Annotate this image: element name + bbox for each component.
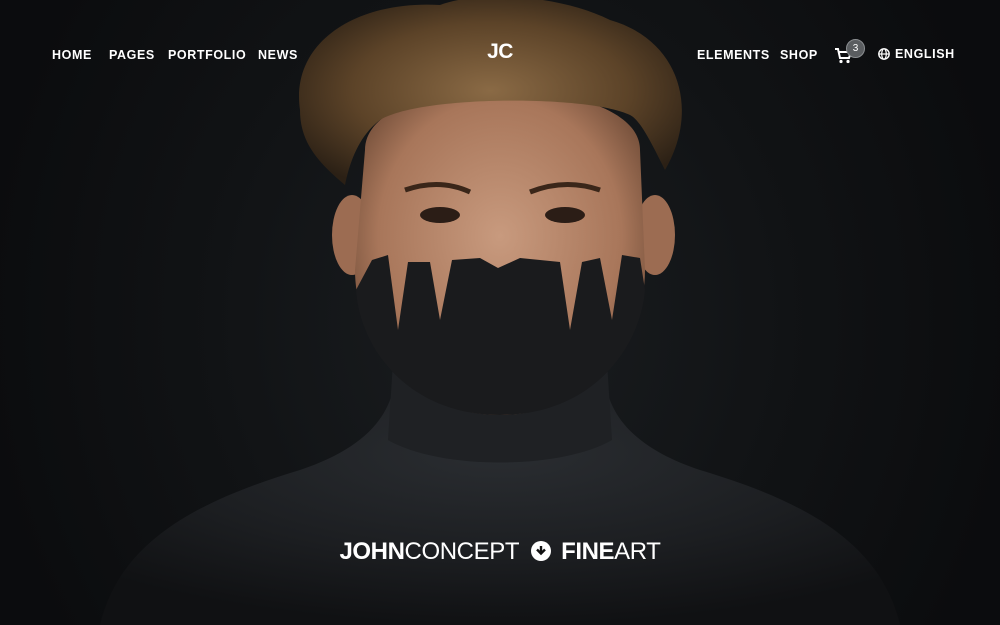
nav-home-link[interactable]: HOME (52, 48, 92, 62)
tagline-fine: FINE (561, 538, 615, 565)
tagline-art: ART (614, 538, 661, 565)
cart-count-badge: 3 (846, 39, 865, 58)
hero-tagline: JOHNCONCEPT FINEART (0, 538, 1000, 566)
nav-elements-link[interactable]: ELEMENTS (697, 48, 770, 62)
language-label: ENGLISH (895, 47, 955, 61)
tagline-concept: CONCEPT (404, 538, 520, 565)
nav-shop-link[interactable]: SHOP (780, 48, 818, 62)
tagline-john: JOHN (339, 538, 405, 565)
site-logo[interactable]: JC (483, 40, 517, 64)
arrow-down-circle-icon[interactable] (531, 541, 552, 561)
nav-pages-link[interactable]: PAGES (109, 48, 155, 62)
top-navigation: HOME PAGES PORTFOLIO NEWS JC ELEMENTS SH… (0, 0, 1000, 110)
nav-portfolio-link[interactable]: PORTFOLIO (168, 48, 246, 62)
nav-news-link[interactable]: NEWS (258, 48, 298, 62)
globe-icon (878, 48, 890, 60)
language-selector[interactable]: ENGLISH (878, 47, 955, 61)
